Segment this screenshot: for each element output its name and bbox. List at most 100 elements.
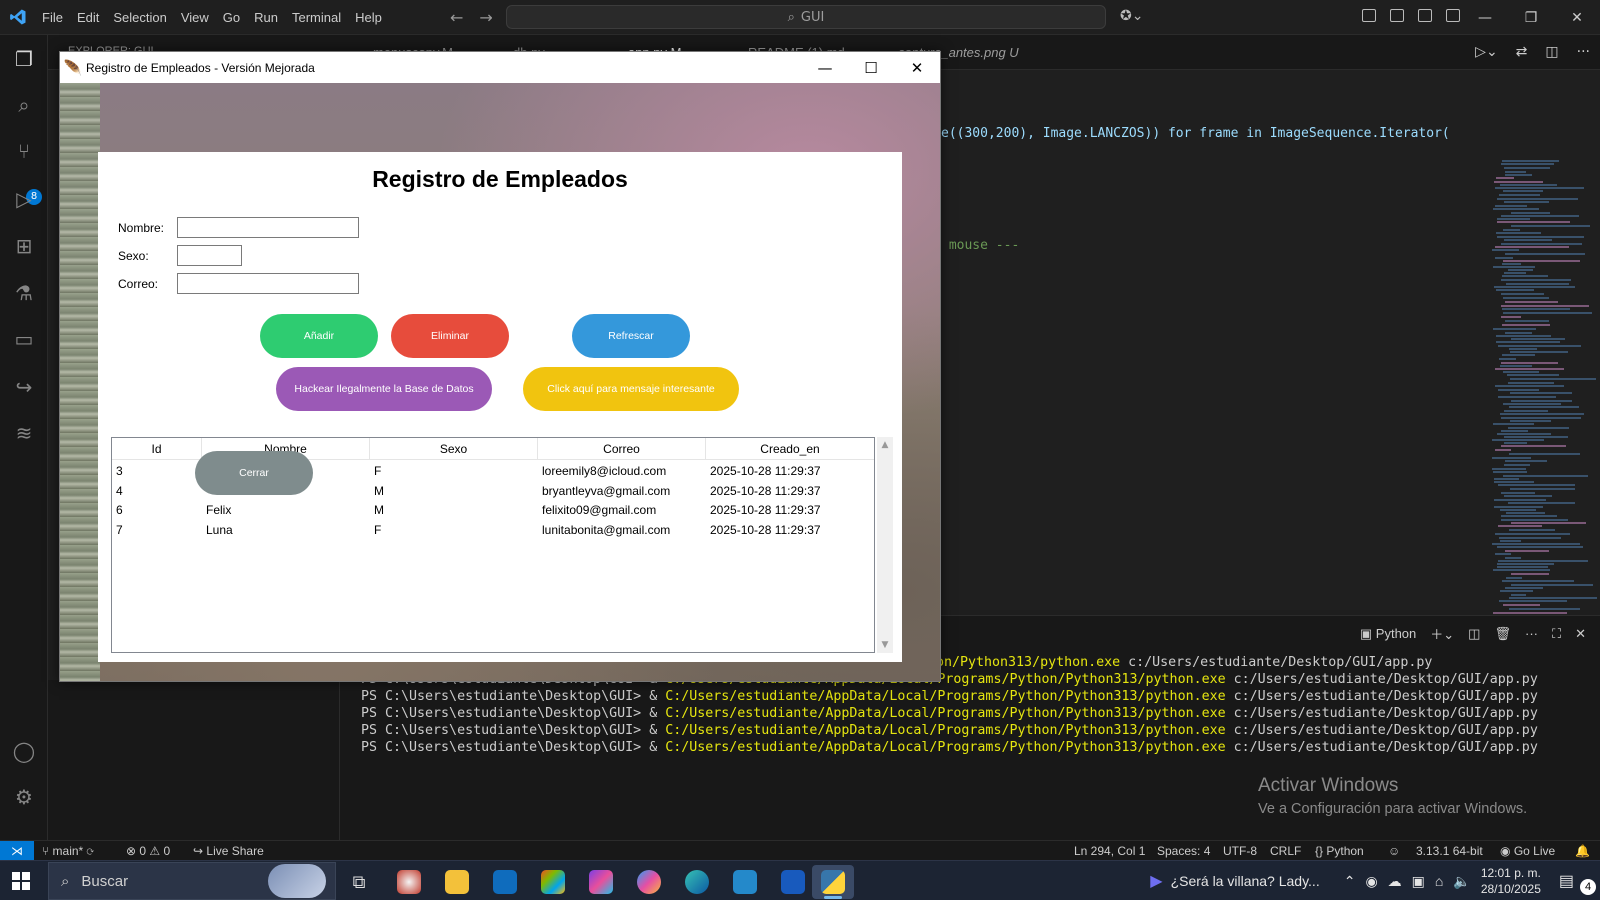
column-header-correo[interactable]: Correo <box>538 438 706 459</box>
edge-icon[interactable] <box>676 865 718 899</box>
new-terminal-icon[interactable]: ＋⌄ <box>1430 624 1454 643</box>
terminal-more-icon[interactable]: ··· <box>1525 626 1538 641</box>
volume-icon[interactable]: 🔈 <box>1453 873 1470 890</box>
menu-run[interactable]: Run <box>247 10 285 25</box>
scroll-up-icon[interactable]: ▲ <box>877 437 893 453</box>
maximize-panel-icon[interactable]: ⛶ <box>1552 626 1561 642</box>
restore-icon[interactable]: ❐ <box>1508 0 1554 35</box>
app-close-icon[interactable]: ✕ <box>894 52 940 83</box>
meet-now-icon[interactable]: ◉ <box>1365 873 1377 890</box>
table-row[interactable]: 7 Luna Flunitabonita@gmail.com 2025-10-28 1… <box>112 520 874 540</box>
line-ending[interactable]: CRLF <box>1270 844 1301 858</box>
word-icon[interactable] <box>772 865 814 899</box>
minimap-line <box>1511 400 1572 402</box>
column-header-id[interactable]: Id <box>112 438 202 459</box>
problems-count[interactable]: ⊗ 0 ⚠ 0 <box>126 844 170 858</box>
command-center-search[interactable]: ⌕ GUI <box>506 5 1106 29</box>
tray-overflow-icon[interactable]: ⌃ <box>1344 873 1356 890</box>
notifications-bell-icon[interactable]: 🔔 <box>1575 844 1590 858</box>
correo-input[interactable] <box>177 273 359 294</box>
copilot-icon[interactable]: ✪⌄ <box>1120 8 1143 24</box>
media-app-icon[interactable]: ▶ <box>1150 871 1162 891</box>
live-share-icon[interactable]: ↪ <box>12 375 36 399</box>
feather-ext-icon[interactable]: ≋ <box>12 421 36 445</box>
nombre-input[interactable] <box>177 217 359 238</box>
explorer-icon[interactable]: ❐ <box>12 47 36 71</box>
menu-edit[interactable]: Edit <box>70 10 106 25</box>
kill-terminal-icon[interactable]: 🗑 <box>1494 626 1511 642</box>
sexo-input[interactable] <box>177 245 242 266</box>
notification-center-icon[interactable]: ▤ <box>1559 871 1574 891</box>
app-maximize-icon[interactable]: ☐ <box>848 52 894 83</box>
add-button[interactable]: Añadir <box>260 314 378 358</box>
copilot-app-icon[interactable] <box>628 865 670 899</box>
extensions-icon[interactable]: ⊞ <box>12 234 36 258</box>
network-icon[interactable]: ⌂ <box>1435 873 1443 889</box>
split-terminal-icon[interactable]: ◫ <box>1468 626 1480 642</box>
file-explorer-icon[interactable] <box>436 865 478 899</box>
column-header-sexo[interactable]: Sexo <box>370 438 538 459</box>
copilot-status-icon[interactable]: ☺ <box>1388 844 1400 858</box>
customize-layout-icon[interactable] <box>1362 9 1376 22</box>
toggle-secondary-sidebar-icon[interactable] <box>1446 9 1460 22</box>
refresh-button[interactable]: Refrescar <box>572 314 690 358</box>
toggle-primary-sidebar-icon[interactable] <box>1390 9 1404 22</box>
cursor-position[interactable]: Ln 294, Col 1 <box>1074 844 1145 858</box>
menu-file[interactable]: File <box>35 10 70 25</box>
language-mode[interactable]: {} Python <box>1315 844 1364 858</box>
encoding[interactable]: UTF-8 <box>1223 844 1257 858</box>
source-control-icon[interactable]: ⑂ <box>12 139 36 163</box>
close-icon[interactable]: ✕ <box>1554 0 1600 35</box>
terminal-profile-label[interactable]: ▣ Python <box>1360 626 1416 642</box>
forward-arrow-icon[interactable]: → <box>479 8 492 27</box>
live-share-status[interactable]: ↪ Live Share <box>193 844 264 858</box>
menu-view[interactable]: View <box>174 10 216 25</box>
search-sidebar-icon[interactable]: ⌕ <box>12 93 36 117</box>
split-editor-icon[interactable]: ◫ <box>1545 44 1558 60</box>
delete-button[interactable]: Eliminar <box>391 314 509 358</box>
python-app-taskbar-icon[interactable] <box>812 865 854 899</box>
toggle-panel-icon[interactable] <box>1418 9 1432 22</box>
folder-icon[interactable]: ▭ <box>12 327 36 351</box>
menu-terminal[interactable]: Terminal <box>285 10 348 25</box>
onedrive-icon[interactable]: ☁ <box>1388 873 1402 890</box>
minimap[interactable] <box>1488 160 1598 641</box>
hack-database-button[interactable]: Hackear Ilegalmente la Base de Datos <box>276 367 492 411</box>
table-scrollbar[interactable]: ▲ ▼ <box>877 437 893 653</box>
menu-help[interactable]: Help <box>348 10 389 25</box>
minimize-icon[interactable]: — <box>1462 0 1508 35</box>
run-debug-icon[interactable]: ▷ <box>12 187 36 211</box>
paint-app-icon[interactable] <box>388 865 430 899</box>
run-file-icon[interactable]: ▷⌄ <box>1475 44 1498 60</box>
table-row[interactable]: 6 Felix Mfelixito09@gmail.com 2025-10-28 11… <box>112 500 874 520</box>
close-button[interactable]: Cerrar <box>195 451 313 495</box>
compare-icon[interactable]: ⇄ <box>1516 44 1528 60</box>
remote-indicator-icon[interactable]: ⋊ <box>0 841 34 861</box>
settings-gear-icon[interactable]: ⚙ <box>12 785 36 809</box>
media-title[interactable]: ¿Será la villana? Lady... <box>1171 873 1320 889</box>
app-minimize-icon[interactable]: — <box>802 52 848 83</box>
outlook-icon[interactable] <box>484 865 526 899</box>
clock[interactable]: 12:01 p. m. 28/10/2025 <box>1481 865 1541 897</box>
store-icon[interactable] <box>532 865 574 899</box>
back-arrow-icon[interactable]: ← <box>450 8 463 27</box>
account-icon[interactable]: ◯ <box>12 739 36 763</box>
indentation[interactable]: Spaces: 4 <box>1157 844 1210 858</box>
display-icon[interactable]: ▣ <box>1412 873 1425 890</box>
python-interpreter[interactable]: 3.13.1 64-bit <box>1416 844 1483 858</box>
interesting-message-button[interactable]: Click aquí para mensaje interesante <box>523 367 739 411</box>
column-header-creado[interactable]: Creado_en <box>706 438 874 459</box>
testing-icon[interactable]: ⚗ <box>12 281 36 305</box>
m365-icon[interactable] <box>580 865 622 899</box>
task-view-icon[interactable]: ⧉ <box>338 865 380 899</box>
menu-selection[interactable]: Selection <box>106 10 173 25</box>
git-branch[interactable]: ⑂ main* ⟳ <box>42 844 94 858</box>
search-highlight-image[interactable] <box>268 864 326 898</box>
scroll-down-icon[interactable]: ▼ <box>877 637 893 653</box>
go-live[interactable]: ◉ Go Live <box>1500 844 1555 858</box>
start-button[interactable] <box>12 872 30 890</box>
vscode-taskbar-icon[interactable] <box>724 865 766 899</box>
close-panel-icon[interactable]: ✕ <box>1575 626 1586 642</box>
menu-go[interactable]: Go <box>216 10 247 25</box>
more-actions-icon[interactable]: ··· <box>1577 44 1590 60</box>
